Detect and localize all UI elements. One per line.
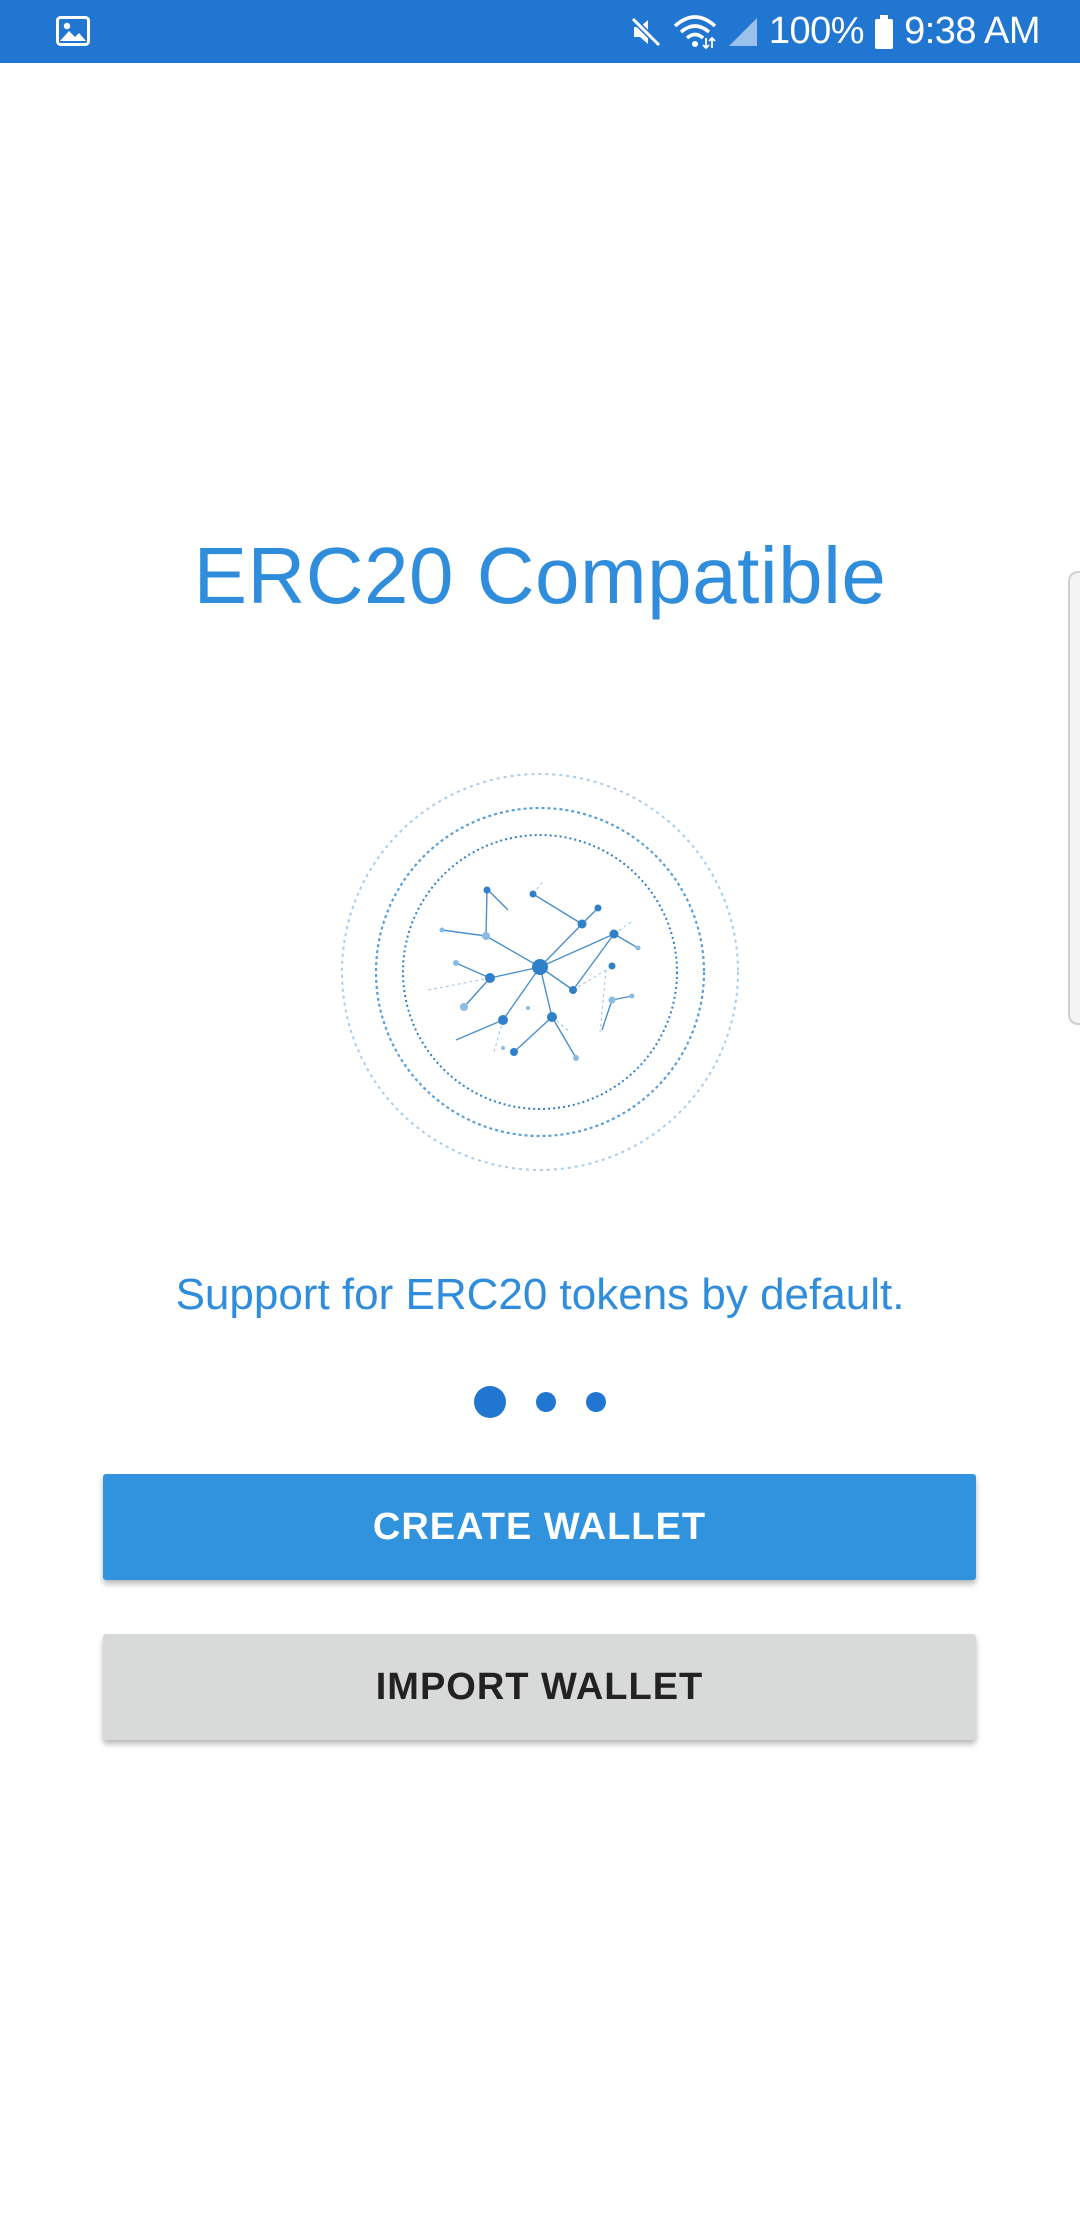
mute-icon xyxy=(629,15,663,49)
status-icons: 100% 9:38 AM xyxy=(629,0,1040,63)
gallery-icon xyxy=(56,16,90,46)
create-wallet-button[interactable]: CREATE WALLET xyxy=(103,1474,976,1580)
page-title: ERC20 Compatible xyxy=(193,531,887,620)
import-wallet-button[interactable]: IMPORT WALLET xyxy=(103,1634,976,1740)
signal-icon xyxy=(727,16,759,48)
network-globe-icon xyxy=(338,770,742,1174)
page-dot-3[interactable] xyxy=(586,1392,606,1412)
onboarding-screen: 100% 9:38 AM ERC20 Compatible Support fo… xyxy=(0,0,1080,2220)
clock: 9:38 AM xyxy=(904,10,1040,52)
battery-icon xyxy=(874,14,894,49)
page-dot-2[interactable] xyxy=(536,1392,556,1412)
battery-percent: 100% xyxy=(768,10,865,52)
page-subtitle: Support for ERC20 tokens by default. xyxy=(175,1270,905,1319)
page-dot-1[interactable] xyxy=(474,1386,506,1418)
page-indicator xyxy=(0,1386,1080,1418)
edge-panel-handle[interactable] xyxy=(1068,571,1080,1025)
status-bar: 100% 9:38 AM xyxy=(0,0,1080,63)
wifi-icon xyxy=(673,14,717,50)
